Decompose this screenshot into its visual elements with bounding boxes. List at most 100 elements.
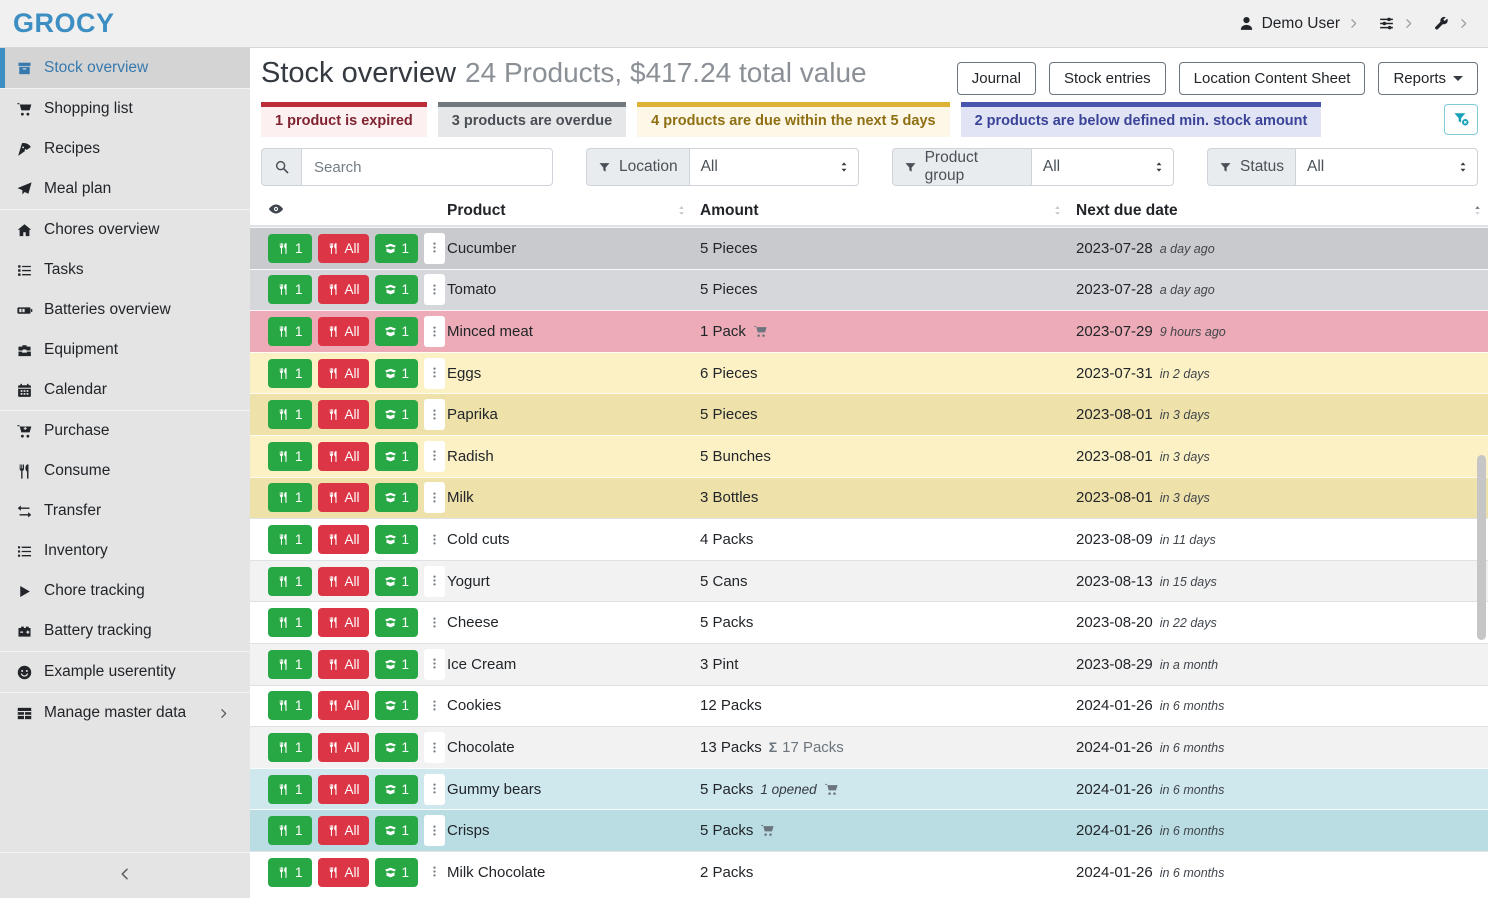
- product-name[interactable]: Crisps: [447, 822, 700, 839]
- user-menu[interactable]: Demo User: [1238, 15, 1360, 33]
- open-one-button[interactable]: 1: [375, 359, 419, 388]
- consume-all-button[interactable]: All: [318, 359, 369, 388]
- consume-one-button[interactable]: 1: [268, 650, 312, 679]
- sidebar-item-equipment[interactable]: Equipment: [0, 330, 250, 370]
- row-menu-button[interactable]: [424, 274, 445, 305]
- consume-all-button[interactable]: All: [318, 400, 369, 429]
- consume-one-button[interactable]: 1: [268, 317, 312, 346]
- sidebar-item-recipes[interactable]: Recipes: [0, 129, 250, 169]
- sidebar-item-consume[interactable]: Consume: [0, 451, 250, 491]
- admin-menu[interactable]: [1433, 15, 1470, 32]
- product-group-filter-select[interactable]: All: [1031, 148, 1174, 186]
- row-menu-button[interactable]: [424, 482, 445, 513]
- open-one-button[interactable]: 1: [375, 234, 419, 263]
- open-one-button[interactable]: 1: [375, 691, 419, 720]
- status-chip-expired[interactable]: 1 product is expired: [261, 102, 427, 137]
- product-name[interactable]: Cheese: [447, 614, 700, 631]
- location-content-sheet-button[interactable]: Location Content Sheet: [1179, 62, 1366, 95]
- product-name[interactable]: Minced meat: [447, 323, 700, 340]
- consume-one-button[interactable]: 1: [268, 275, 312, 304]
- columns-visibility-button[interactable]: [261, 196, 447, 225]
- product-name[interactable]: Ice Cream: [447, 656, 700, 673]
- consume-all-button[interactable]: All: [318, 733, 369, 762]
- consume-one-button[interactable]: 1: [268, 733, 312, 762]
- reports-dropdown-button[interactable]: Reports: [1378, 62, 1478, 95]
- sidebar-item-chore-tracking[interactable]: Chore tracking: [0, 571, 250, 611]
- open-one-button[interactable]: 1: [375, 442, 419, 471]
- open-one-button[interactable]: 1: [375, 775, 419, 804]
- row-menu-button[interactable]: [424, 607, 445, 638]
- row-menu-button[interactable]: [424, 857, 445, 888]
- sidebar-item-battery-tracking[interactable]: Battery tracking: [0, 611, 250, 651]
- consume-all-button[interactable]: All: [318, 234, 369, 263]
- product-name[interactable]: Gummy bears: [447, 781, 700, 798]
- consume-one-button[interactable]: 1: [268, 400, 312, 429]
- product-name[interactable]: Yogurt: [447, 573, 700, 590]
- row-menu-button[interactable]: [424, 649, 445, 680]
- row-menu-button[interactable]: [424, 774, 445, 805]
- vertical-scrollbar[interactable]: [1477, 455, 1486, 640]
- column-header-next-due-date[interactable]: Next due date: [1076, 196, 1488, 225]
- consume-all-button[interactable]: All: [318, 775, 369, 804]
- consume-all-button[interactable]: All: [318, 317, 369, 346]
- consume-all-button[interactable]: All: [318, 275, 369, 304]
- status-chip-overdue[interactable]: 3 products are overdue: [438, 102, 626, 137]
- open-one-button[interactable]: 1: [375, 275, 419, 304]
- open-one-button[interactable]: 1: [375, 567, 419, 596]
- column-header-amount[interactable]: Amount: [700, 196, 1076, 225]
- status-chip-duesoon[interactable]: 4 products are due within the next 5 day…: [637, 102, 949, 137]
- row-menu-button[interactable]: [424, 399, 445, 430]
- open-one-button[interactable]: 1: [375, 525, 419, 554]
- product-name[interactable]: Cucumber: [447, 240, 700, 257]
- open-one-button[interactable]: 1: [375, 483, 419, 512]
- consume-all-button[interactable]: All: [318, 608, 369, 637]
- consume-one-button[interactable]: 1: [268, 359, 312, 388]
- row-menu-button[interactable]: [424, 690, 445, 721]
- sidebar-item-calendar[interactable]: Calendar: [0, 370, 250, 410]
- row-menu-button[interactable]: [424, 815, 445, 846]
- consume-all-button[interactable]: All: [318, 442, 369, 471]
- sidebar-item-chores-overview[interactable]: Chores overview: [0, 210, 250, 250]
- sidebar-item-batteries-overview[interactable]: Batteries overview: [0, 290, 250, 330]
- product-name[interactable]: Cookies: [447, 697, 700, 714]
- journal-button[interactable]: Journal: [957, 62, 1036, 95]
- consume-one-button[interactable]: 1: [268, 816, 312, 845]
- row-menu-button[interactable]: [424, 441, 445, 472]
- consume-one-button[interactable]: 1: [268, 608, 312, 637]
- column-header-product[interactable]: Product: [447, 196, 700, 225]
- product-name[interactable]: Paprika: [447, 406, 700, 423]
- product-name[interactable]: Milk Chocolate: [447, 864, 700, 881]
- row-menu-button[interactable]: [424, 316, 445, 347]
- row-menu-button[interactable]: [424, 566, 445, 597]
- consume-all-button[interactable]: All: [318, 858, 369, 887]
- status-chip-belowmin[interactable]: 2 products are below defined min. stock …: [961, 102, 1322, 137]
- row-menu-button[interactable]: [424, 358, 445, 389]
- consume-one-button[interactable]: 1: [268, 483, 312, 512]
- sidebar-item-tasks[interactable]: Tasks: [0, 250, 250, 290]
- consume-all-button[interactable]: All: [318, 567, 369, 596]
- consume-one-button[interactable]: 1: [268, 567, 312, 596]
- open-one-button[interactable]: 1: [375, 816, 419, 845]
- sidebar-item-stock-overview[interactable]: Stock overview: [0, 48, 250, 88]
- product-name[interactable]: Chocolate: [447, 739, 700, 756]
- location-filter-select[interactable]: All: [689, 148, 859, 186]
- sidebar-item-example-userentity[interactable]: Example userentity: [0, 652, 250, 692]
- consume-all-button[interactable]: All: [318, 816, 369, 845]
- open-one-button[interactable]: 1: [375, 608, 419, 637]
- sidebar-item-transfer[interactable]: Transfer: [0, 491, 250, 531]
- row-menu-button[interactable]: [424, 524, 445, 555]
- sidebar-item-manage-master-data[interactable]: Manage master data: [0, 693, 250, 733]
- sidebar-item-inventory[interactable]: Inventory: [0, 531, 250, 571]
- consume-one-button[interactable]: 1: [268, 858, 312, 887]
- sidebar-collapse-button[interactable]: [0, 852, 250, 898]
- sidebar-item-shopping-list[interactable]: Shopping list: [0, 89, 250, 129]
- row-menu-button[interactable]: [424, 233, 445, 264]
- status-filter-select[interactable]: All: [1295, 148, 1478, 186]
- open-one-button[interactable]: 1: [375, 733, 419, 762]
- product-name[interactable]: Cold cuts: [447, 531, 700, 548]
- product-name[interactable]: Tomato: [447, 281, 700, 298]
- clear-filter-button[interactable]: [1444, 104, 1478, 135]
- stock-entries-button[interactable]: Stock entries: [1049, 62, 1166, 95]
- open-one-button[interactable]: 1: [375, 858, 419, 887]
- consume-all-button[interactable]: All: [318, 483, 369, 512]
